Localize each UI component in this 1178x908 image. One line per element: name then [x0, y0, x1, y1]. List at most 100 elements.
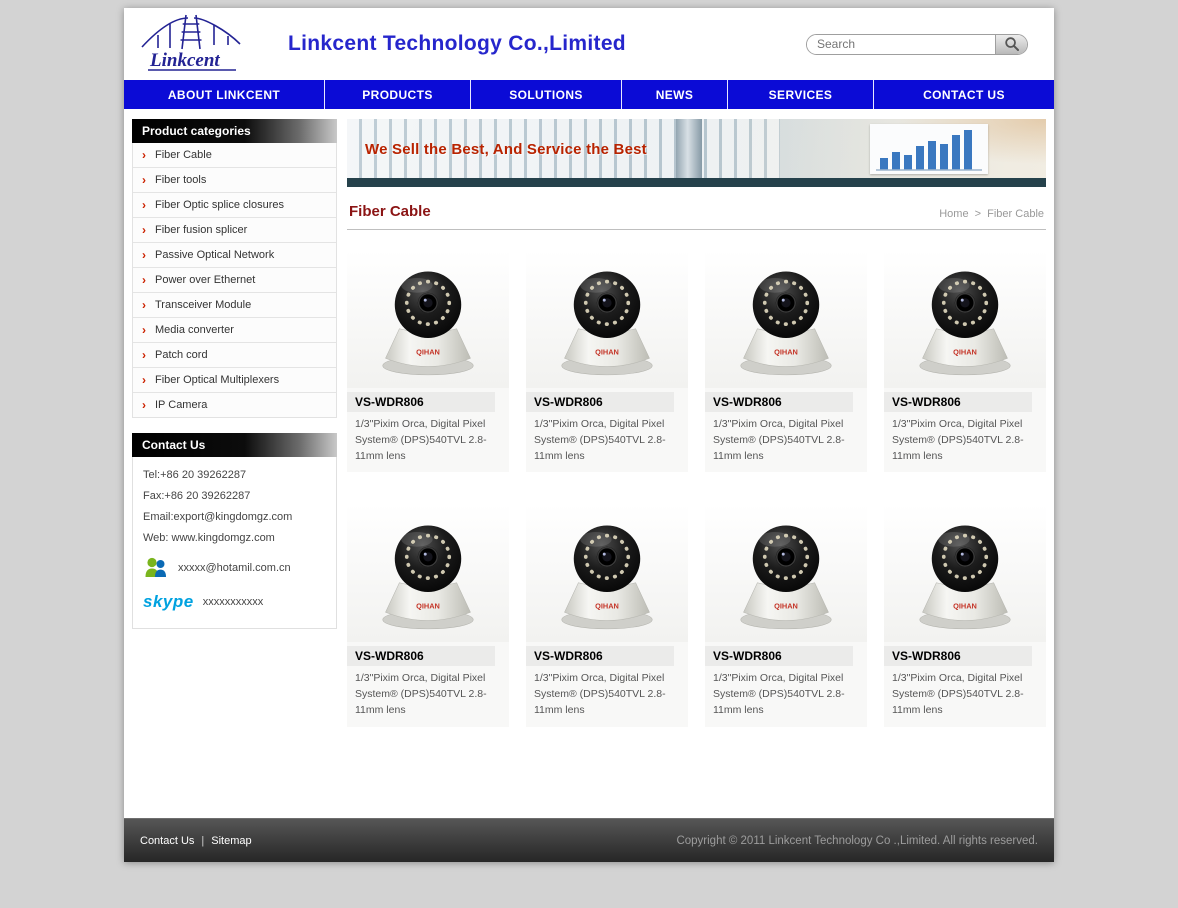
nav-item[interactable]: ABOUT LINKCENT: [124, 80, 324, 109]
chevron-right-icon: ›: [142, 199, 146, 211]
product-image[interactable]: [347, 250, 509, 388]
product-name[interactable]: VS-WDR806: [347, 646, 495, 666]
contact-fax: Fax:+86 20 39262287: [143, 490, 326, 502]
sidebar: Product categories › Fiber Cable › Fiber…: [132, 119, 337, 629]
category-label: Passive Optical Network: [155, 249, 274, 261]
contact-email: Email:export@kingdomgz.com: [143, 511, 326, 523]
category-label: IP Camera: [155, 399, 207, 411]
product-name[interactable]: VS-WDR806: [347, 392, 495, 412]
product-card: VS-WDR806 1/3"Pixim Orca, Digital Pixel …: [884, 250, 1046, 472]
chevron-right-icon: ›: [142, 299, 146, 311]
chevron-right-icon: ›: [142, 399, 146, 411]
product-image[interactable]: [705, 504, 867, 642]
category-item[interactable]: › Fiber fusion splicer: [133, 218, 336, 243]
main-panel: We Sell the Best, And Service the Best F…: [347, 119, 1046, 727]
category-item[interactable]: › Fiber tools: [133, 168, 336, 193]
product-card: VS-WDR806 1/3"Pixim Orca, Digital Pixel …: [526, 250, 688, 472]
dome-camera-image: [368, 262, 488, 377]
product-name[interactable]: VS-WDR806: [705, 392, 853, 412]
dome-camera-image: [368, 516, 488, 631]
category-list: › Fiber Cable › Fiber tools › Fiber Opti…: [132, 143, 337, 418]
product-card: VS-WDR806 1/3"Pixim Orca, Digital Pixel …: [347, 250, 509, 472]
category-item[interactable]: › Fiber Cable: [133, 143, 336, 168]
bridge-logo-icon: Linkcent: [136, 11, 248, 73]
product-image[interactable]: [884, 504, 1046, 642]
dome-camera-image: [726, 262, 846, 377]
product-image[interactable]: [347, 504, 509, 642]
nav-item[interactable]: SERVICES: [727, 80, 873, 109]
product-name[interactable]: VS-WDR806: [884, 392, 1032, 412]
page-title: Fiber Cable: [349, 203, 431, 220]
category-label: Fiber Optic splice closures: [155, 199, 284, 211]
search-input[interactable]: [807, 35, 995, 54]
banner-desk-decoration: [347, 178, 1046, 187]
product-description: 1/3"Pixim Orca, Digital Pixel System® (D…: [347, 417, 509, 464]
category-label: Fiber fusion splicer: [155, 224, 247, 236]
company-logo[interactable]: Linkcent: [136, 11, 254, 78]
contact-card: Tel:+86 20 39262287 Fax:+86 20 39262287 …: [132, 457, 337, 629]
product-image[interactable]: [526, 504, 688, 642]
chevron-right-icon: ›: [142, 274, 146, 286]
bar-chart-icon: [870, 124, 988, 174]
product-image[interactable]: [884, 250, 1046, 388]
nav-item[interactable]: SOLUTIONS: [470, 80, 621, 109]
product-card: VS-WDR806 1/3"Pixim Orca, Digital Pixel …: [884, 504, 1046, 726]
product-name[interactable]: VS-WDR806: [884, 646, 1032, 666]
nav-item[interactable]: CONTACT US: [873, 80, 1054, 109]
site-container: Linkcent Linkcent Technology Co.,Limited…: [124, 8, 1054, 862]
product-image[interactable]: [526, 250, 688, 388]
skype-id: xxxxxxxxxxx: [203, 596, 264, 608]
category-item[interactable]: › Fiber Optic splice closures: [133, 193, 336, 218]
chevron-right-icon: ›: [142, 374, 146, 386]
category-item[interactable]: › Fiber Optical Multiplexers: [133, 368, 336, 393]
chevron-right-icon: ›: [142, 324, 146, 336]
category-label: Transceiver Module: [155, 299, 251, 311]
logo-text: Linkcent: [149, 50, 220, 71]
category-item[interactable]: › Patch cord: [133, 343, 336, 368]
category-item[interactable]: › Passive Optical Network: [133, 243, 336, 268]
site-header: Linkcent Linkcent Technology Co.,Limited: [124, 8, 1054, 80]
category-label: Fiber Optical Multiplexers: [155, 374, 279, 386]
product-card: VS-WDR806 1/3"Pixim Orca, Digital Pixel …: [705, 250, 867, 472]
chevron-right-icon: ›: [142, 349, 146, 361]
dome-camera-image: [547, 516, 667, 631]
banner-laptop-chart: [870, 124, 988, 174]
category-item[interactable]: › IP Camera: [133, 393, 336, 417]
breadcrumb-home[interactable]: Home: [939, 208, 968, 220]
banner-slogan: We Sell the Best, And Service the Best: [365, 141, 647, 158]
product-description: 1/3"Pixim Orca, Digital Pixel System® (D…: [526, 417, 688, 464]
category-label: Media converter: [155, 324, 234, 336]
nav-item[interactable]: NEWS: [621, 80, 727, 109]
chevron-right-icon: ›: [142, 149, 146, 161]
breadcrumb-current: Fiber Cable: [987, 208, 1044, 220]
category-item[interactable]: › Transceiver Module: [133, 293, 336, 318]
product-description: 1/3"Pixim Orca, Digital Pixel System® (D…: [705, 671, 867, 718]
product-card: VS-WDR806 1/3"Pixim Orca, Digital Pixel …: [705, 504, 867, 726]
search-bar: [806, 34, 1028, 55]
breadcrumb-separator: >: [975, 208, 981, 220]
category-item[interactable]: › Power over Ethernet: [133, 268, 336, 293]
product-card: VS-WDR806 1/3"Pixim Orca, Digital Pixel …: [526, 504, 688, 726]
footer-link-sitemap[interactable]: Sitemap: [211, 835, 251, 847]
footer-link-contact[interactable]: Contact Us: [140, 835, 194, 847]
msn-address: xxxxx@hotamil.com.cn: [178, 562, 291, 574]
category-item[interactable]: › Media converter: [133, 318, 336, 343]
search-button[interactable]: [995, 35, 1027, 54]
skype-row: skype xxxxxxxxxxx: [143, 592, 326, 612]
product-description: 1/3"Pixim Orca, Digital Pixel System® (D…: [705, 417, 867, 464]
product-name[interactable]: VS-WDR806: [526, 392, 674, 412]
contact-us-header: Contact Us: [132, 433, 337, 457]
chevron-right-icon: ›: [142, 174, 146, 186]
nav-item[interactable]: PRODUCTS: [324, 80, 470, 109]
banner-pillar-decoration: [676, 119, 702, 187]
product-grid: VS-WDR806 1/3"Pixim Orca, Digital Pixel …: [347, 250, 1046, 727]
skype-logo: skype: [143, 592, 194, 612]
title-row: Fiber Cable Home > Fiber Cable: [347, 191, 1046, 230]
msn-row: xxxxx@hotamil.com.cn: [143, 556, 326, 580]
product-name[interactable]: VS-WDR806: [705, 646, 853, 666]
product-card: VS-WDR806 1/3"Pixim Orca, Digital Pixel …: [347, 504, 509, 726]
product-name[interactable]: VS-WDR806: [526, 646, 674, 666]
product-description: 1/3"Pixim Orca, Digital Pixel System® (D…: [884, 417, 1046, 464]
dome-camera-image: [726, 516, 846, 631]
product-image[interactable]: [705, 250, 867, 388]
